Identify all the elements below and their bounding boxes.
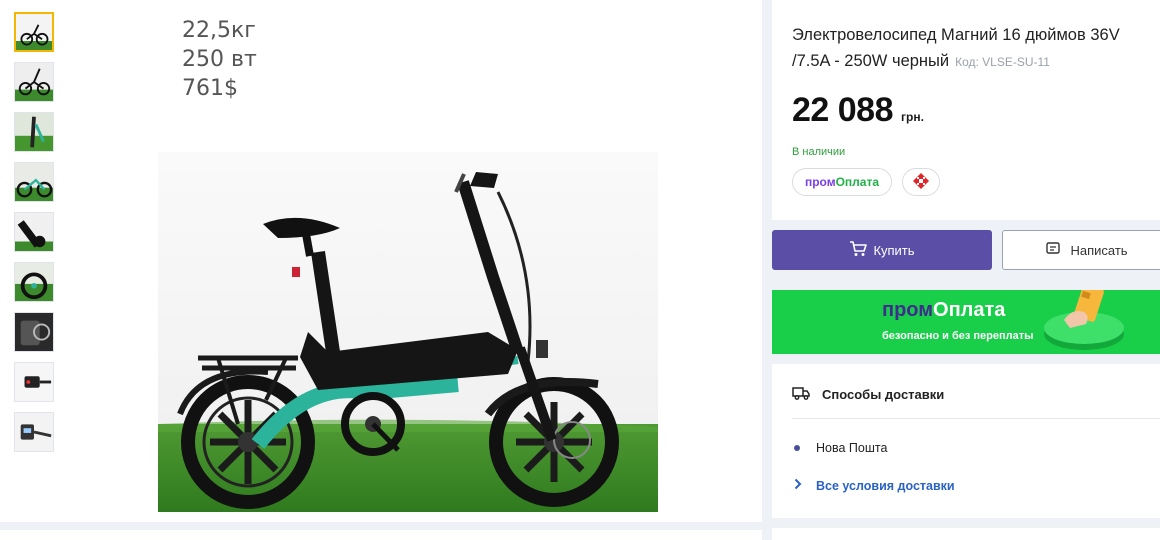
product-code: Код: VLSE-SU-11 [955, 55, 1050, 69]
nova-poshta-icon [912, 172, 930, 193]
price-row: 22 088 грн. [792, 91, 1160, 130]
stock-status: В наличии [792, 146, 846, 158]
payment-badges: пром Оплата [792, 168, 1160, 196]
delivery-heading: Способы доставки [792, 386, 944, 403]
product-title: Электровелосипед Магний 16 дюймов 36V /7… [792, 22, 1152, 75]
next-section-stub [772, 528, 1160, 540]
cart-icon [849, 240, 873, 260]
divider [792, 418, 1160, 419]
thumbnail[interactable] [14, 162, 54, 202]
all-delivery-terms-link[interactable]: Все условия доставки [794, 478, 955, 493]
prom-payment-badge[interactable]: пром Оплата [792, 168, 892, 196]
chevron-right-icon [794, 478, 816, 493]
delivery-heading-label: Способы доставки [822, 387, 945, 402]
promo-card-illustration [1034, 290, 1134, 354]
thumbnail[interactable] [14, 12, 54, 52]
delivery-option: Нова Пошта [794, 441, 887, 455]
write-button[interactable]: Написать [1002, 230, 1160, 270]
main-product-image[interactable] [158, 152, 658, 512]
thumbnail-list [14, 12, 56, 462]
prom-badge-part-a: пром [804, 175, 836, 189]
truck-icon [792, 386, 822, 403]
bullet-icon [794, 445, 800, 451]
promo-subtitle: безопасно и без переплаты [882, 330, 1034, 342]
thumbnail[interactable] [14, 112, 54, 152]
all-delivery-terms-label: Все условия доставки [816, 478, 955, 493]
buy-button[interactable]: Купить [772, 230, 992, 270]
gallery-panel: 22,5кг 250 вт 761$ [0, 0, 762, 522]
promo-title: промОплата [882, 299, 1005, 322]
next-section-stub [0, 530, 762, 540]
buy-button-label: Купить [873, 242, 915, 258]
thumbnail[interactable] [14, 362, 54, 402]
promo-title-part-a: пром [882, 299, 934, 321]
message-icon [1046, 241, 1070, 259]
thumbnail[interactable] [14, 412, 54, 452]
spec-price-usd: 761$ [182, 76, 238, 101]
prom-badge-part-b: Оплата [835, 175, 880, 189]
thumbnail[interactable] [14, 62, 54, 102]
write-button-label: Написать [1070, 242, 1128, 258]
prom-oplata-banner[interactable]: промОплата безопасно и без переплаты [772, 290, 1160, 354]
product-info-panel: Электровелосипед Магний 16 дюймов 36V /7… [772, 0, 1160, 220]
thumbnail[interactable] [14, 312, 54, 352]
specs-overlay: 22,5кг 250 вт 761$ [182, 16, 257, 103]
delivery-option-label: Нова Пошта [816, 441, 888, 455]
product-price: 22 088 [792, 91, 894, 129]
promo-title-part-b: Оплата [933, 299, 1006, 321]
thumbnail[interactable] [14, 262, 54, 302]
spec-power: 250 вт [182, 47, 257, 72]
price-currency: грн. [901, 110, 924, 124]
nova-poshta-badge[interactable] [902, 168, 940, 196]
delivery-panel: Способы доставки Нова Пошта Все условия … [772, 364, 1160, 518]
spec-weight: 22,5кг [182, 18, 256, 43]
thumbnail[interactable] [14, 212, 54, 252]
